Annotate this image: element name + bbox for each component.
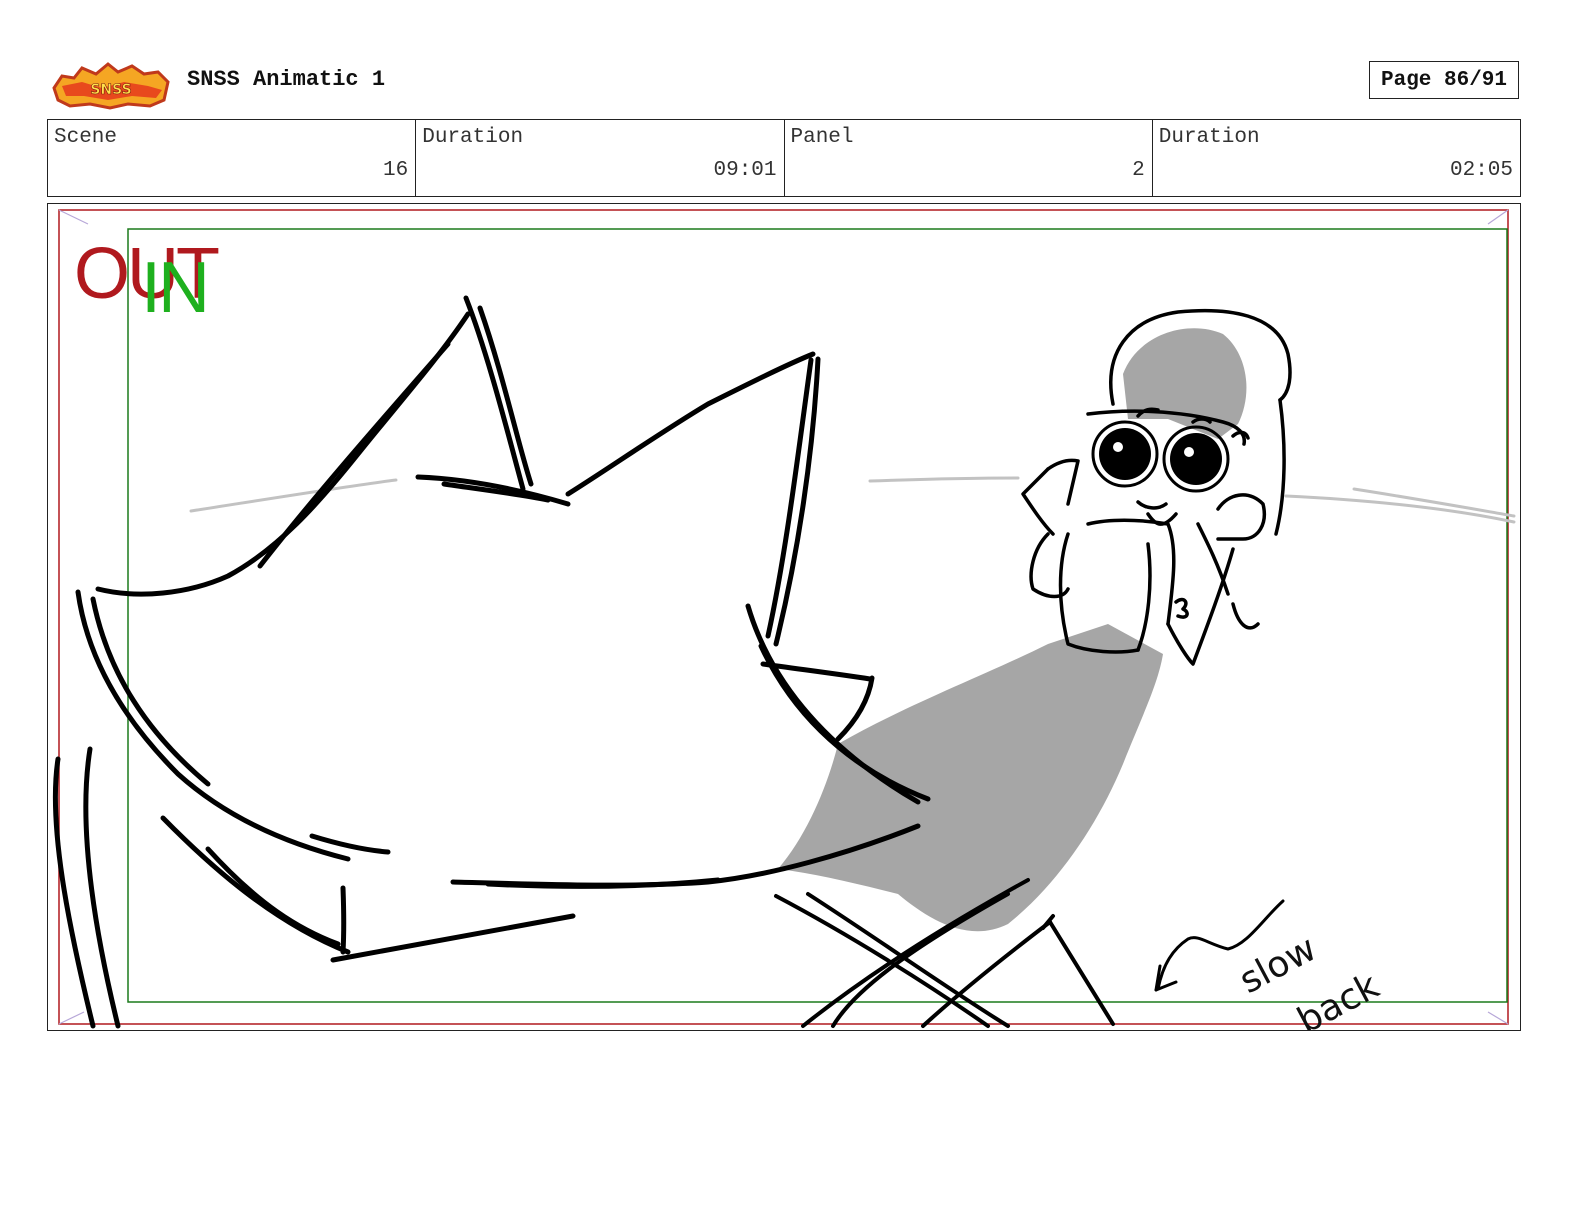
- svg-text:SNSS: SNSS: [90, 82, 131, 98]
- show-logo: SNSS: [52, 60, 170, 110]
- panel-duration-label: Duration: [1158, 126, 1260, 149]
- panel-value: 2: [1132, 159, 1145, 182]
- in-frame: [127, 228, 1508, 1003]
- panel-label: Panel: [790, 126, 854, 149]
- panel-duration-cell: Duration 02:05: [1153, 120, 1520, 196]
- scene-cell: Scene 16: [48, 120, 417, 196]
- storyboard-panel: slow back OUT IN: [47, 203, 1521, 1031]
- shadow-shape: [778, 624, 1163, 932]
- foreground-spiky-shape: [52, 295, 931, 1029]
- page-indicator: Page 86/91: [1369, 61, 1519, 99]
- scene-info-table: Scene 16 Duration 09:01 Panel 2 Duration…: [47, 119, 1521, 197]
- storyboard-sketch: slow back: [52, 209, 1516, 1031]
- horizon-lines: [189, 476, 1516, 524]
- scene-duration-value: 09:01: [713, 159, 777, 182]
- in-frame-label: IN: [141, 248, 210, 328]
- note-back: back: [1291, 966, 1386, 1031]
- panel-duration-value: 02:05: [1449, 159, 1513, 182]
- scene-label: Scene: [54, 126, 118, 149]
- scene-value: 16: [383, 159, 409, 182]
- scene-duration-cell: Duration 09:01: [416, 120, 785, 196]
- panel-cell: Panel 2: [785, 120, 1153, 196]
- scene-duration-label: Duration: [422, 126, 524, 149]
- document-title: SNSS Animatic 1: [187, 67, 386, 92]
